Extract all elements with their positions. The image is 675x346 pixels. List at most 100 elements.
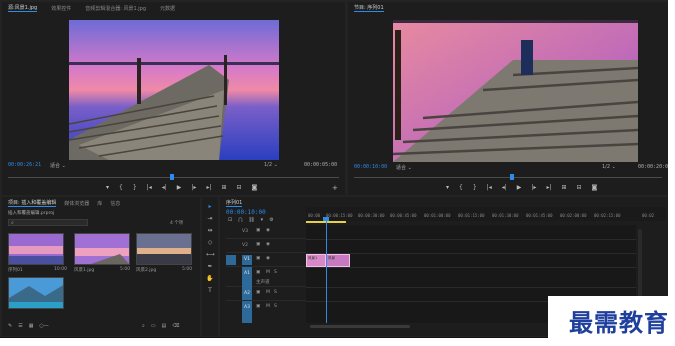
trash-icon[interactable]: ⌫	[172, 323, 179, 329]
lock-icon[interactable]: ▣	[256, 256, 260, 261]
tab-source[interactable]: 源:风景1.jpg	[8, 4, 38, 12]
program-resolution-select[interactable]: 1/2 ⌄	[602, 164, 616, 170]
mark-out-icon[interactable]: }	[133, 184, 137, 191]
mute-icon[interactable]: M	[266, 304, 270, 309]
project-item-landscape2[interactable]	[136, 233, 192, 265]
playhead-handle[interactable]	[323, 217, 329, 221]
type-icon[interactable]: T	[206, 287, 214, 295]
tab-effect-controls[interactable]: 效果控件	[51, 5, 71, 12]
mute-icon[interactable]: M	[266, 270, 270, 275]
clip-landscape2[interactable]: 风景	[326, 254, 350, 267]
tab-sequence[interactable]: 序列01	[226, 199, 243, 207]
eye-icon[interactable]: ◉	[266, 228, 270, 233]
eye-icon[interactable]: ◉	[266, 256, 270, 261]
track-select-icon[interactable]: ⇥	[206, 215, 214, 223]
play-icon[interactable]: ▶	[177, 184, 182, 191]
razor-icon[interactable]: ◇	[206, 239, 214, 247]
tab-media-browser[interactable]: 媒体浏览器	[64, 200, 89, 207]
lock-icon[interactable]: ▣	[256, 304, 260, 309]
tab-info[interactable]: 信息	[110, 200, 120, 207]
solo-icon[interactable]: S	[274, 290, 277, 295]
program-fit-select[interactable]: 适合 ⌄	[396, 164, 412, 171]
item-duration: 5:00	[182, 267, 193, 272]
track-header-a3: A3 ▣ M S	[226, 301, 306, 315]
solo-icon[interactable]: S	[274, 270, 277, 275]
mute-icon[interactable]: M	[266, 290, 270, 295]
source-fit-select[interactable]: 适合 ⌄	[50, 162, 66, 169]
marker-icon[interactable]: ▾	[106, 184, 109, 191]
source-controls: ▾ { } |◂ ◂| ▶ |▸ ▸| ⊞ ⊟ ◙	[106, 184, 257, 191]
clip-landscape1[interactable]: 风景1	[306, 254, 326, 267]
tab-metadata[interactable]: 元数据	[160, 5, 175, 12]
time-ruler[interactable]: 00:00 00:00:15:00 00:00:30:00 00:00:45:0…	[306, 207, 666, 221]
source-resolution-select[interactable]: 1/2 ⌄	[264, 162, 278, 168]
eye-icon[interactable]: ◉	[266, 242, 270, 247]
project-item-landscape3[interactable]	[8, 277, 64, 309]
go-to-out-icon[interactable]: ▸|	[206, 184, 211, 191]
source-playhead[interactable]	[170, 174, 174, 180]
project-search-input[interactable]: ⌕	[8, 219, 88, 226]
mark-in-icon[interactable]: {	[119, 184, 123, 191]
go-to-in-icon[interactable]: |◂	[147, 184, 152, 191]
wrench-icon[interactable]: ⚙	[269, 217, 273, 223]
export-frame-icon[interactable]: ◙	[592, 184, 598, 191]
item-duration: 10:00	[54, 267, 67, 272]
program-playhead[interactable]	[510, 174, 514, 180]
lock-icon[interactable]: ▣	[256, 228, 260, 233]
lock-icon[interactable]: ▣	[256, 270, 260, 275]
horizontal-scrollbar[interactable]	[310, 325, 410, 328]
new-bin-icon[interactable]: ▭	[151, 323, 156, 329]
find-icon[interactable]: ⌕	[142, 323, 145, 329]
program-monitor: 节目: 序列01 00:00:10:00 适合 ⌄ 1/2 ⌄ 00:00:20…	[348, 2, 668, 195]
go-to-out-icon[interactable]: ▸|	[546, 184, 551, 191]
marker-icon[interactable]: ▾	[446, 184, 449, 191]
selection-tool-icon[interactable]: ▸	[206, 203, 214, 211]
project-item-landscape1[interactable]	[74, 233, 130, 265]
slip-icon[interactable]: ⟷	[206, 251, 215, 259]
ripple-edit-icon[interactable]: ⇹	[206, 227, 214, 235]
tab-project[interactable]: 项目: 插入和覆盖编辑	[8, 199, 57, 207]
track-label: V3	[242, 229, 248, 234]
export-frame-icon[interactable]: ◙	[252, 184, 258, 191]
pen-icon[interactable]: ✒	[206, 263, 214, 271]
tab-libraries[interactable]: 库	[97, 200, 102, 207]
step-back-icon[interactable]: ◂|	[162, 184, 167, 191]
tab-program[interactable]: 节目: 序列01	[354, 4, 384, 12]
snap-icon[interactable]: ⋂	[238, 217, 242, 223]
solo-icon[interactable]: S	[274, 304, 277, 309]
source-duration: 00:00:05:00	[304, 162, 338, 168]
lock-icon[interactable]: ▣	[256, 242, 260, 247]
go-to-in-icon[interactable]: |◂	[487, 184, 492, 191]
zoom-slider-icon[interactable]: ○—	[39, 323, 48, 329]
ruler-label: 00:00:30:00	[358, 213, 385, 218]
extract-icon[interactable]: ⊟	[577, 184, 582, 191]
mark-out-icon[interactable]: }	[473, 184, 477, 191]
source-preview-image	[69, 20, 279, 160]
icon-view-icon[interactable]: ▦	[29, 323, 34, 329]
step-forward-icon[interactable]: |▸	[531, 184, 536, 191]
timeline-playhead[interactable]	[326, 219, 327, 323]
project-file-name: 插入和覆盖编辑.prproj	[8, 211, 55, 216]
insert-icon[interactable]: ⊞	[221, 184, 226, 191]
lock-icon[interactable]: ▣	[256, 290, 260, 295]
step-back-icon[interactable]: ◂|	[502, 184, 507, 191]
lift-icon[interactable]: ⊞	[561, 184, 566, 191]
tools-panel: ▸ ⇥ ⇹ ◇ ⟷ ✒ ✋ T	[202, 197, 218, 336]
hand-icon[interactable]: ✋	[206, 275, 214, 283]
program-scrubber[interactable]	[354, 177, 662, 178]
source-patch-v1[interactable]	[226, 255, 236, 265]
marker-add-icon[interactable]: ▾	[261, 217, 264, 223]
pencil-icon[interactable]: ✎	[8, 323, 12, 329]
list-view-icon[interactable]: ☰	[18, 323, 22, 329]
overwrite-icon[interactable]: ⊟	[237, 184, 242, 191]
project-item-sequence[interactable]	[8, 233, 64, 265]
ruler-label: 00:00:45:00	[390, 213, 417, 218]
new-item-icon[interactable]: ▤	[162, 323, 167, 329]
linked-icon[interactable]: ⛓	[248, 217, 254, 223]
nest-icon[interactable]: ⊡	[228, 217, 232, 223]
mark-in-icon[interactable]: {	[459, 184, 463, 191]
tab-audio-mixer[interactable]: 音频剪辑混合器: 风景1.jpg	[85, 5, 146, 12]
play-icon[interactable]: ▶	[517, 184, 522, 191]
add-button-icon[interactable]: +	[332, 184, 338, 192]
step-forward-icon[interactable]: |▸	[191, 184, 196, 191]
